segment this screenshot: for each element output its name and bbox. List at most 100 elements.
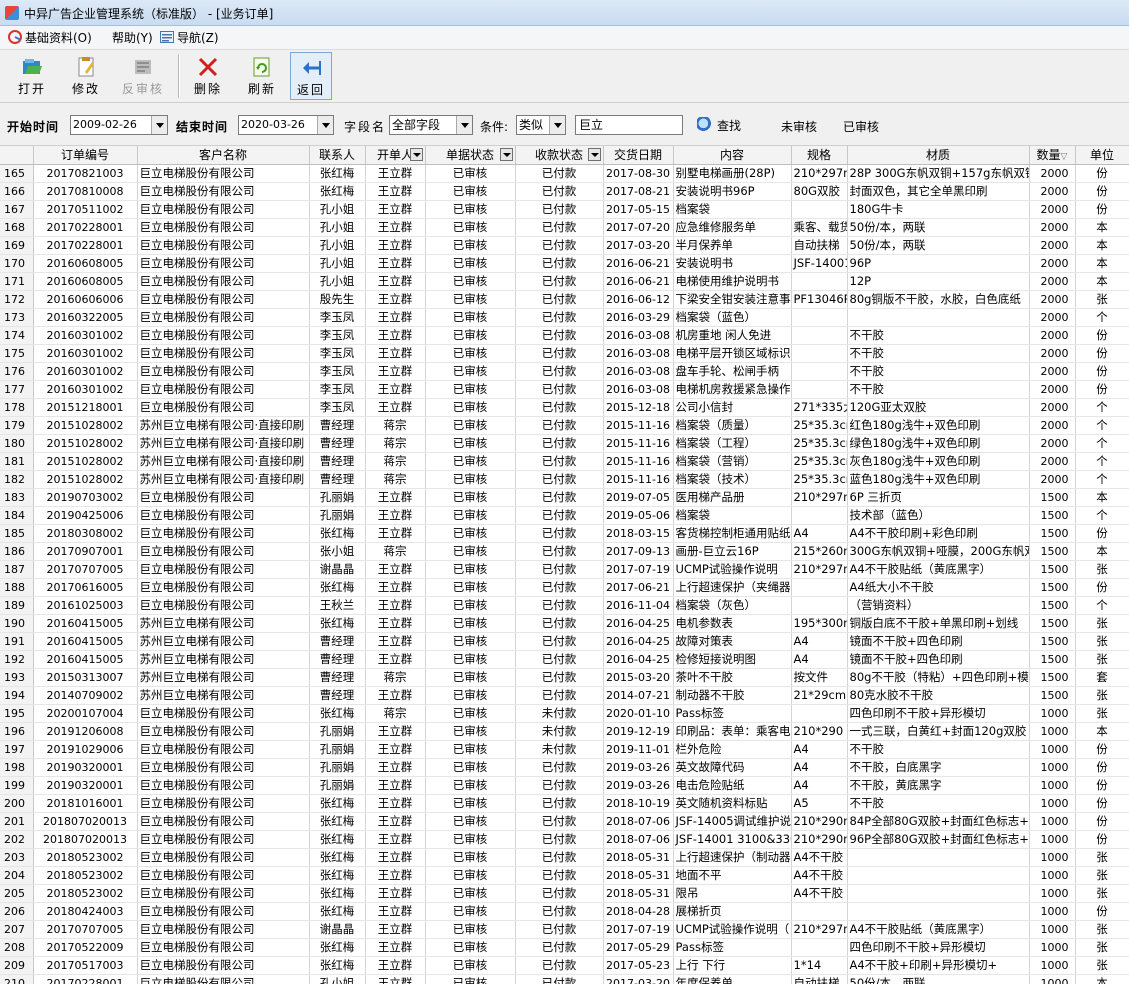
content-cell[interactable]: 画册-巨立云16P	[673, 542, 792, 561]
content-cell[interactable]: 半月保养单	[673, 236, 792, 255]
filter-dropdown-icon[interactable]	[499, 148, 513, 161]
delivery-date-cell[interactable]: 2016-06-21	[603, 272, 674, 291]
row-number-cell[interactable]: 167	[0, 200, 34, 219]
contact-cell[interactable]: 孔小姐	[309, 272, 366, 291]
material-cell[interactable]: 四色印刷不干胶+异形模切	[847, 938, 1030, 957]
content-cell[interactable]: 电击危险贴纸	[673, 776, 792, 795]
contact-cell[interactable]: 曹经理	[309, 668, 366, 687]
order-no-cell[interactable]: 20160415005	[33, 650, 138, 669]
quantity-cell[interactable]: 1500	[1029, 488, 1076, 507]
doc-status-cell[interactable]: 已审核	[425, 650, 516, 669]
unit-cell[interactable]: 本	[1075, 254, 1129, 273]
unit-cell[interactable]: 份	[1075, 578, 1129, 597]
contact-cell[interactable]: 张红梅	[309, 794, 366, 813]
quantity-cell[interactable]: 1500	[1029, 668, 1076, 687]
customer-cell[interactable]: 巨立电梯股份有限公司	[137, 200, 310, 219]
delivery-date-cell[interactable]: 2016-03-08	[603, 326, 674, 345]
spec-cell[interactable]	[791, 326, 848, 345]
creator-cell[interactable]: 王立群	[365, 488, 426, 507]
creator-cell[interactable]: 王立群	[365, 254, 426, 273]
contact-cell[interactable]: 孔丽娟	[309, 776, 366, 795]
quantity-cell[interactable]: 1000	[1029, 956, 1076, 975]
unit-cell[interactable]: 个	[1075, 416, 1129, 435]
table-row[interactable]: 175 20160301002 巨立电梯股份有限公司 李玉凤 王立群 已审核 已付款 2016…	[0, 344, 1129, 363]
payment-status-cell[interactable]: 已付款	[515, 578, 604, 597]
order-no-cell[interactable]: 20190703002	[33, 488, 138, 507]
order-no-cell[interactable]: 20160415005	[33, 632, 138, 651]
menu-basic-data[interactable]: 基础资料(O)	[8, 30, 92, 46]
spec-cell[interactable]	[791, 578, 848, 597]
row-number-cell[interactable]: 200	[0, 794, 34, 813]
unaudited-filter[interactable]: 未审核	[781, 118, 817, 135]
content-cell[interactable]: 档案袋（质量）	[673, 416, 792, 435]
customer-cell[interactable]: 巨立电梯股份有限公司	[137, 776, 310, 795]
delivery-date-cell[interactable]: 2018-05-31	[603, 884, 674, 903]
table-row[interactable]: 201 201807020013 巨立电梯股份有限公司 张红梅 王立群 已审核 已付款 201…	[0, 812, 1129, 831]
delivery-date-cell[interactable]: 2019-12-19	[603, 722, 674, 741]
delivery-date-cell[interactable]: 2016-04-25	[603, 650, 674, 669]
row-number-cell[interactable]: 179	[0, 416, 34, 435]
order-no-cell[interactable]: 20180523002	[33, 884, 138, 903]
quantity-cell[interactable]: 1000	[1029, 902, 1076, 921]
row-number-cell[interactable]: 178	[0, 398, 34, 417]
column-header-doc-status[interactable]: 单据状态	[425, 146, 516, 165]
spec-cell[interactable]: A4不干胶	[791, 848, 848, 867]
table-row[interactable]: 210 20170228001 巨立电梯股份有限公司 孔小姐 王立群 已审核 已付款 2017…	[0, 974, 1129, 984]
contact-cell[interactable]: 孔丽娟	[309, 758, 366, 777]
creator-cell[interactable]: 蒋宗	[365, 434, 426, 453]
creator-cell[interactable]: 王立群	[365, 956, 426, 975]
delivery-date-cell[interactable]: 2015-12-18	[603, 398, 674, 417]
row-number-cell[interactable]: 198	[0, 758, 34, 777]
delivery-date-cell[interactable]: 2017-07-20	[603, 218, 674, 237]
quantity-cell[interactable]: 2000	[1029, 254, 1076, 273]
material-cell[interactable]: 50份/本，两联	[847, 974, 1030, 984]
customer-cell[interactable]: 苏州巨立电梯有限公司	[137, 668, 310, 687]
contact-cell[interactable]: 张红梅	[309, 866, 366, 885]
delivery-date-cell[interactable]: 2017-09-13	[603, 542, 674, 561]
order-no-cell[interactable]: 20191029006	[33, 740, 138, 759]
creator-cell[interactable]: 王立群	[365, 740, 426, 759]
quantity-cell[interactable]: 1000	[1029, 866, 1076, 885]
unit-cell[interactable]: 张	[1075, 614, 1129, 633]
doc-status-cell[interactable]: 已审核	[425, 614, 516, 633]
material-cell[interactable]: A4不干胶+印刷+异形模切+	[847, 956, 1030, 975]
doc-status-cell[interactable]: 已审核	[425, 398, 516, 417]
quantity-cell[interactable]: 2000	[1029, 398, 1076, 417]
content-cell[interactable]: 机房重地 闲人免进	[673, 326, 792, 345]
creator-cell[interactable]: 王立群	[365, 812, 426, 831]
doc-status-cell[interactable]: 已审核	[425, 866, 516, 885]
order-no-cell[interactable]: 20161025003	[33, 596, 138, 615]
contact-cell[interactable]: 曹经理	[309, 632, 366, 651]
doc-status-cell[interactable]: 已审核	[425, 686, 516, 705]
customer-cell[interactable]: 巨立电梯股份有限公司	[137, 938, 310, 957]
material-cell[interactable]: 蓝色180g浅牛+双色印刷	[847, 470, 1030, 489]
delivery-date-cell[interactable]: 2018-04-28	[603, 902, 674, 921]
doc-status-cell[interactable]: 已审核	[425, 722, 516, 741]
material-cell[interactable]: 灰色180g浅牛+双色印刷	[847, 452, 1030, 471]
contact-cell[interactable]: 孔丽娟	[309, 488, 366, 507]
creator-cell[interactable]: 王立群	[365, 236, 426, 255]
delivery-date-cell[interactable]: 2018-07-06	[603, 830, 674, 849]
order-no-cell[interactable]: 20170707005	[33, 560, 138, 579]
doc-status-cell[interactable]: 已审核	[425, 938, 516, 957]
spec-cell[interactable]: 1*14	[791, 956, 848, 975]
unit-cell[interactable]: 份	[1075, 794, 1129, 813]
material-cell[interactable]: 绿色180g浅牛+双色印刷	[847, 434, 1030, 453]
customer-cell[interactable]: 巨立电梯股份有限公司	[137, 596, 310, 615]
creator-cell[interactable]: 王立群	[365, 362, 426, 381]
quantity-cell[interactable]: 1000	[1029, 794, 1076, 813]
quantity-cell[interactable]: 1000	[1029, 740, 1076, 759]
delivery-date-cell[interactable]: 2017-07-19	[603, 920, 674, 939]
contact-cell[interactable]: 张红梅	[309, 956, 366, 975]
payment-status-cell[interactable]: 已付款	[515, 560, 604, 579]
payment-status-cell[interactable]: 已付款	[515, 848, 604, 867]
doc-status-cell[interactable]: 已审核	[425, 560, 516, 579]
content-cell[interactable]: 检修短接说明图	[673, 650, 792, 669]
material-cell[interactable]: 一式三联，白黄红+封面120g双胶	[847, 722, 1030, 741]
row-number-cell[interactable]: 193	[0, 668, 34, 687]
quantity-cell[interactable]: 2000	[1029, 182, 1076, 201]
creator-cell[interactable]: 蒋宗	[365, 668, 426, 687]
unit-cell[interactable]: 份	[1075, 362, 1129, 381]
order-no-cell[interactable]: 20170228001	[33, 974, 138, 984]
material-cell[interactable]	[847, 866, 1030, 885]
